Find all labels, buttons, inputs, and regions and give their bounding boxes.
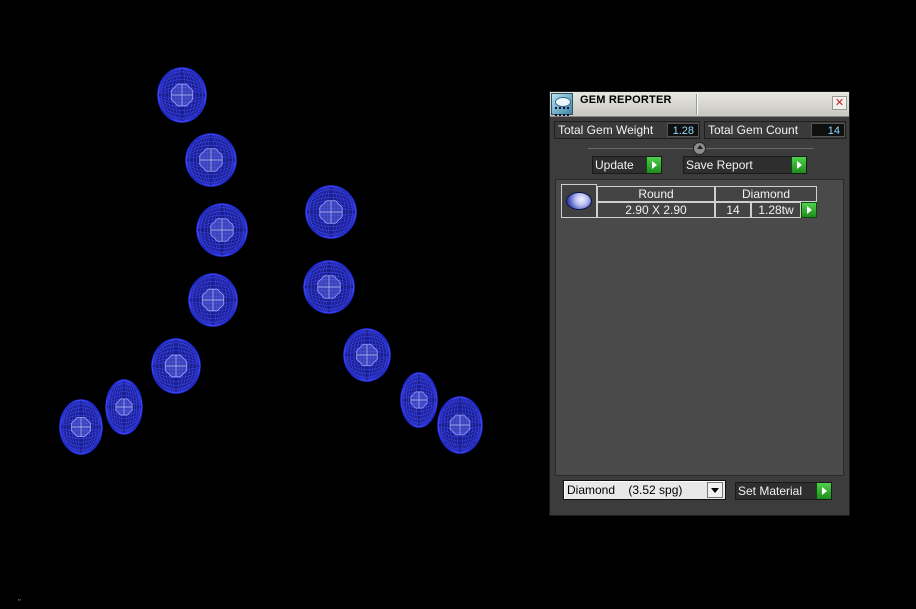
total-gem-count-label: Total Gem Count <box>708 123 799 137</box>
green-play-arrow-icon <box>791 157 806 173</box>
update-button-label: Update <box>595 158 634 172</box>
close-button[interactable]: ✕ <box>832 96 847 110</box>
wireframe-gem[interactable] <box>303 260 355 314</box>
wireframe-gem[interactable] <box>305 185 357 239</box>
chevron-down-icon[interactable] <box>707 482 723 498</box>
gem-material-cell: Diamond <box>715 186 817 202</box>
total-gem-count-field: Total Gem Count 14 <box>704 121 846 139</box>
total-gem-weight-label: Total Gem Weight <box>558 123 654 137</box>
panel-title: GEM REPORTER <box>580 94 672 106</box>
save-report-button[interactable]: Save Report <box>683 156 807 174</box>
total-gem-weight-field: Total Gem Weight 1.28 <box>554 121 700 139</box>
wireframe-gem[interactable] <box>151 338 201 394</box>
viewport-corner-mark: " <box>18 598 21 607</box>
gem-reporter-app-icon <box>551 93 573 116</box>
panel-titlebar[interactable]: GEM REPORTER ✕ <box>550 92 849 117</box>
material-select-value: Diamond (3.52 spg) <box>567 483 683 497</box>
wireframe-gem[interactable] <box>59 399 103 455</box>
material-select[interactable]: Diamond (3.52 spg) <box>563 480 726 500</box>
gem-weight-cell: 1.28tw <box>751 202 801 218</box>
set-material-button[interactable]: Set Material <box>735 482 832 500</box>
wireframe-gem[interactable] <box>188 273 238 327</box>
round-gem-thumbnail-icon <box>566 192 592 210</box>
gem-count-cell: 14 <box>715 202 751 218</box>
wireframe-gem[interactable] <box>157 67 207 123</box>
gem-size-cell: 2.90 X 2.90 <box>597 202 715 218</box>
gem-thumbnail-button[interactable] <box>561 184 597 218</box>
save-report-button-label: Save Report <box>686 158 753 172</box>
collapse-knob-icon[interactable] <box>693 142 706 155</box>
green-play-arrow-icon <box>816 483 831 499</box>
total-gem-count-value: 14 <box>811 123 845 137</box>
close-icon: ✕ <box>834 97 845 109</box>
wireframe-gem[interactable] <box>343 328 391 382</box>
wireframe-gem[interactable] <box>185 133 237 187</box>
update-button[interactable]: Update <box>592 156 662 174</box>
titlebar-separator <box>696 94 698 115</box>
wireframe-gem[interactable] <box>196 203 248 257</box>
gem-reporter-panel: GEM REPORTER ✕ Total Gem Weight 1.28 Tot… <box>549 91 850 516</box>
gem-shape-cell: Round <box>597 186 715 202</box>
select-gem-row-button[interactable] <box>801 202 817 218</box>
wireframe-gem[interactable] <box>437 396 483 454</box>
total-gem-weight-value: 1.28 <box>667 123 699 137</box>
wireframe-gem[interactable] <box>105 379 143 435</box>
set-material-button-label: Set Material <box>738 484 803 498</box>
green-play-arrow-icon <box>646 157 661 173</box>
wireframe-gem[interactable] <box>400 372 438 428</box>
gem-report-list[interactable]: Round Diamond 2.90 X 2.90 14 1.28tw <box>555 179 844 476</box>
